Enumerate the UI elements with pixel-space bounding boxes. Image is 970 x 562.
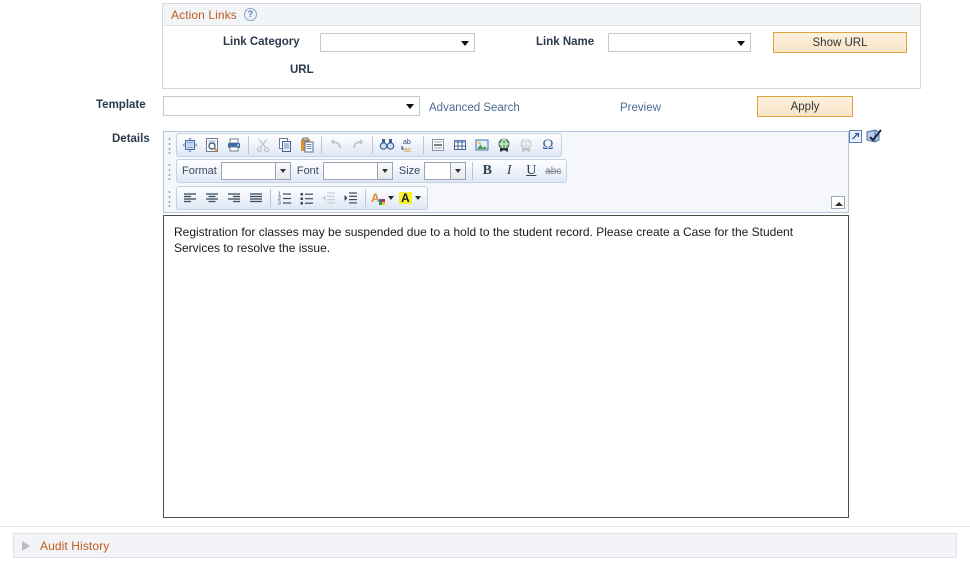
details-editor-body[interactable]: Registration for classes may be suspende… [163,215,849,518]
format-dropdown[interactable] [220,162,291,180]
svg-text:A: A [401,191,410,205]
rich-text-editor-toolbar: ab ac Ω Format Font Size B I U abc 1 2 3… [163,131,849,213]
italic-button[interactable]: I [498,161,520,181]
text-color-icon[interactable]: A [369,188,397,208]
chevron-down-icon [274,163,290,179]
toolbar-group-text-style: Format Font Size B I U abc [176,159,568,183]
toolbar-separator [248,136,249,154]
image-icon[interactable] [471,135,493,155]
template-dropdown[interactable] [163,96,420,116]
toolbar-grip-icon[interactable] [167,189,174,207]
strikethrough-button[interactable]: abc [542,161,564,181]
paste-icon[interactable] [296,135,318,155]
toolbar-group-document: ab ac Ω [176,133,562,157]
toolbar-row-3: 1 2 3 A A [164,184,848,212]
link-icon[interactable] [493,135,515,155]
details-label: Details [112,133,150,145]
bulleted-list-icon[interactable] [296,188,318,208]
redo-icon[interactable] [347,135,369,155]
outdent-icon[interactable] [318,188,340,208]
toolbar-separator [423,136,424,154]
toolbar-separator [365,189,366,207]
indent-icon[interactable] [340,188,362,208]
link-name-label: Link Name [536,36,595,48]
align-justify-icon[interactable] [245,188,267,208]
toolbar-separator [270,189,271,207]
toolbar-grip-icon[interactable] [167,162,174,180]
toolbar-separator [472,162,474,180]
source-template-icon[interactable] [179,135,201,155]
chevron-down-icon [376,163,392,179]
apply-button[interactable]: Apply [757,96,853,117]
font-label: Font [296,165,319,177]
svg-text:ab: ab [403,139,411,146]
replace-icon[interactable]: ab ac [398,135,420,155]
template-dropdown-wrap [163,96,420,116]
triangle-right-icon[interactable] [22,540,30,551]
font-dropdown[interactable] [322,162,393,180]
url-label: URL [290,64,314,76]
audit-history-label: Audit History [40,538,110,553]
special-character-icon[interactable]: Ω [537,135,559,155]
table-icon[interactable] [449,135,471,155]
help-question-icon[interactable]: ? [243,8,257,21]
show-url-button[interactable]: Show URL [773,32,907,53]
preview-link[interactable]: Preview [620,102,661,114]
toolbar-row-1: ab ac Ω [164,132,848,158]
link-category-label: Link Category [223,36,300,48]
preview-document-icon[interactable] [201,135,223,155]
link-name-dropdown[interactable] [608,33,751,52]
background-color-icon[interactable]: A [397,188,425,208]
align-center-icon[interactable] [201,188,223,208]
format-label: Format [182,165,217,177]
toolbar-separator [372,136,373,154]
spell-check-icon[interactable] [865,128,883,147]
editor-side-icons [849,128,883,147]
numbered-list-icon[interactable]: 1 2 3 [274,188,296,208]
action-links-header: Action Links ? [163,4,920,26]
toolbar-group-paragraph: 1 2 3 A A [176,186,428,210]
cut-icon[interactable] [252,135,274,155]
svg-text:3: 3 [278,201,281,207]
unlink-icon[interactable] [515,135,537,155]
audit-history-section-header[interactable]: Audit History [13,533,957,558]
find-icon[interactable] [376,135,398,155]
action-links-panel: Action Links ? Link Category Link Name S… [162,3,921,89]
size-dropdown[interactable] [424,162,467,180]
print-icon[interactable] [223,135,245,155]
svg-text:ac: ac [404,147,412,153]
svg-text:A: A [371,191,380,205]
collapse-toolbar-icon[interactable] [831,196,845,209]
toolbar-row-2: Format Font Size B I U abc [164,158,848,184]
advanced-search-link[interactable]: Advanced Search [429,102,520,114]
toolbar-separator [321,136,322,154]
underline-button[interactable]: U [520,161,542,181]
action-links-title: Action Links [171,7,237,22]
chevron-down-icon [450,163,466,179]
link-category-dropdown-wrap [320,33,475,52]
section-divider [0,526,970,527]
template-label: Template [96,99,146,111]
align-right-icon[interactable] [223,188,245,208]
link-name-dropdown-wrap [608,33,751,52]
horizontal-rule-icon[interactable] [427,135,449,155]
link-category-dropdown[interactable] [320,33,475,52]
toolbar-grip-icon[interactable] [167,136,174,154]
details-body-text: Registration for classes may be suspende… [174,225,794,255]
align-left-icon[interactable] [179,188,201,208]
size-label: Size [398,165,421,177]
copy-icon[interactable] [274,135,296,155]
undo-icon[interactable] [325,135,347,155]
bold-button[interactable]: B [476,161,498,181]
expand-popup-icon[interactable] [849,129,862,146]
